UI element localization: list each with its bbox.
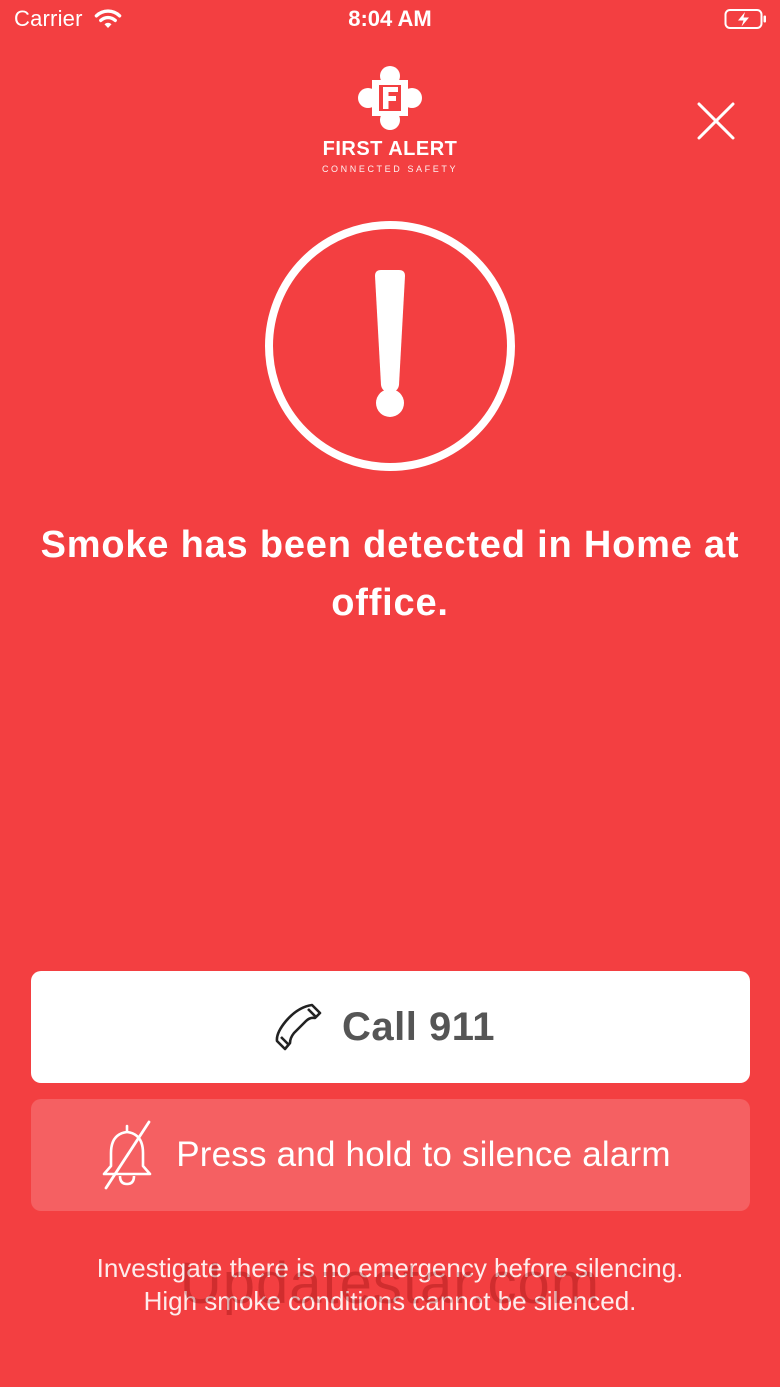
first-alert-logo: FIRST ALERT CONNECTED SAFETY: [290, 66, 490, 178]
alert-message: Smoke has been detected in Home at offic…: [40, 524, 740, 624]
first-alert-maltese-cross-icon: [358, 66, 422, 130]
disclaimer-line-2: High smoke conditions cannot be silenced…: [143, 1286, 637, 1316]
clock-time: 8:04 AM: [348, 6, 432, 31]
battery-charging-icon: [724, 9, 766, 29]
call-911-label: Call 911: [341, 1004, 495, 1049]
logo-title: FIRST ALERT: [322, 138, 458, 160]
silence-disclaimer: Investigate there is no emergency before…: [0, 1252, 780, 1318]
bell-off-icon: [102, 1120, 152, 1190]
close-icon: [697, 102, 735, 140]
close-button[interactable]: [694, 99, 738, 143]
phone-icon: [275, 1003, 322, 1051]
logo-subtitle: CONNECTED SAFETY: [321, 164, 459, 174]
status-bar: Carrier 8:04 AM: [0, 0, 780, 40]
silence-alarm-button[interactable]: Press and hold to silence alarm: [31, 1099, 750, 1211]
silence-alarm-label: Press and hold to silence alarm: [176, 1135, 671, 1174]
disclaimer-line-1: Investigate there is no emergency before…: [96, 1253, 684, 1283]
exclamation-circle-icon: [265, 221, 515, 471]
call-911-button[interactable]: Call 911: [31, 971, 750, 1083]
